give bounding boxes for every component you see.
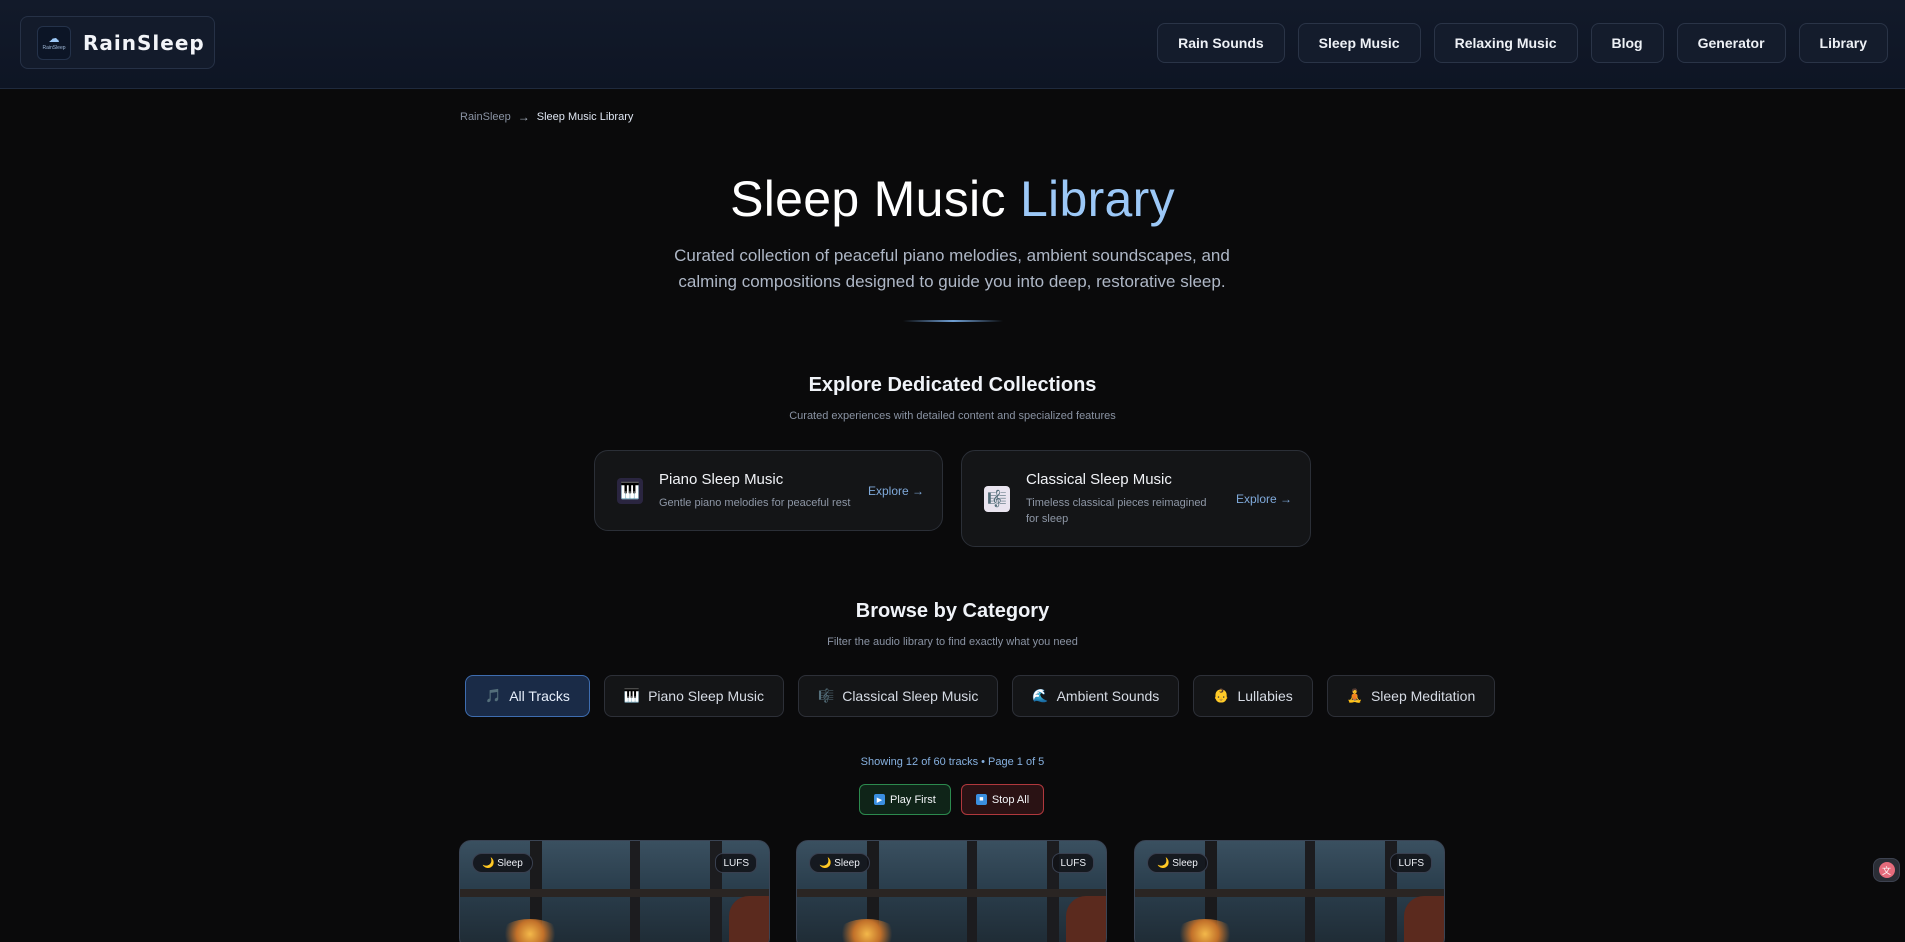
nav-blog[interactable]: Blog xyxy=(1590,23,1664,63)
lufs-badge: LUFS xyxy=(1390,853,1432,873)
brand-name: RainSleep xyxy=(83,30,205,55)
lufs-badge: LUFS xyxy=(1052,853,1094,873)
page-title-accent: Library xyxy=(1019,171,1175,227)
category-heading: Browse by Category xyxy=(855,600,1050,622)
nav-sleep-music[interactable]: Sleep Music xyxy=(1297,23,1421,63)
category-subheading: Filter the audio library to find exactly… xyxy=(827,636,1078,648)
collection-card-desc: Gentle piano melodies for peaceful rest xyxy=(659,496,851,509)
collections-subheading: Curated experiences with detailed conten… xyxy=(789,410,1116,422)
play-first-button[interactable]: ▶ Play First xyxy=(859,784,951,815)
page-title-main: Sleep Music xyxy=(730,171,1020,227)
music-score-icon: 🎼 xyxy=(984,485,1010,512)
lufs-badge: LUFS xyxy=(715,853,757,873)
wave-icon: 🌊 xyxy=(1032,688,1049,703)
breadcrumb-arrow-icon: → xyxy=(517,110,530,124)
filter-sleep-meditation[interactable]: 🧘 Sleep Meditation xyxy=(1326,675,1496,717)
filter-ambient-sounds[interactable]: 🌊 Ambient Sounds xyxy=(1012,675,1180,717)
main-nav: Rain Sounds Sleep Music Relaxing Music B… xyxy=(1157,23,1888,63)
page-title: Sleep Music Library xyxy=(0,170,1905,228)
baby-icon: 👶 xyxy=(1213,688,1230,703)
brand-home-link[interactable]: ☁ RainSleep RainSleep xyxy=(20,16,215,69)
hero-divider xyxy=(903,320,1003,322)
category-filters: 🎵 All Tracks 🎹 Piano Sleep Music 🎼 Classica… xyxy=(465,675,1496,717)
translate-floating-button[interactable]: 文 xyxy=(1873,858,1900,882)
sleep-tag: 🌙 Sleep xyxy=(1147,853,1208,873)
sleep-tag: 🌙 Sleep xyxy=(809,853,870,873)
filter-lullabies[interactable]: 👶 Lullabies xyxy=(1193,675,1313,717)
collection-card-title: Piano Sleep Music xyxy=(659,470,784,488)
collection-card-desc: Timeless classical pieces reimagined for… xyxy=(1026,496,1207,525)
playback-actions: ▶ Play First ■ Stop All xyxy=(859,784,1045,815)
filter-piano-sleep-music[interactable]: 🎹 Piano Sleep Music xyxy=(603,675,785,717)
rain-cloud-logo-icon: ☁ RainSleep xyxy=(37,25,71,60)
explore-link[interactable]: Explore → xyxy=(1236,492,1292,506)
filter-classical-sleep-music[interactable]: 🎼 Classical Sleep Music xyxy=(798,675,999,717)
track-card[interactable]: 🌙 Sleep LUFS xyxy=(796,840,1107,942)
nav-rain-sounds[interactable]: Rain Sounds xyxy=(1157,23,1285,63)
play-icon: ▶ xyxy=(874,794,885,805)
piano-icon: 🎹 xyxy=(623,688,641,703)
nav-library[interactable]: Library xyxy=(1798,23,1888,63)
breadcrumb: RainSleep → Sleep Music Library xyxy=(460,110,633,124)
page-subtitle: Curated collection of peaceful piano mel… xyxy=(674,246,1230,291)
collection-card-title: Classical Sleep Music xyxy=(1026,470,1172,488)
explore-link[interactable]: Explore → xyxy=(868,484,924,498)
meditation-icon: 🧘 xyxy=(1346,688,1363,703)
collection-card-classical[interactable]: 🎼 Classical Sleep Music Timeless classic… xyxy=(961,450,1311,547)
collection-card-piano[interactable]: 🎹 Piano Sleep Music Gentle piano melodie… xyxy=(594,450,943,531)
sleep-tag: 🌙 Sleep xyxy=(472,853,533,873)
music-note-icon: 🎵 xyxy=(485,688,502,703)
track-card[interactable]: 🌙 Sleep LUFS xyxy=(1134,840,1445,942)
music-score-icon: 🎼 xyxy=(818,688,835,703)
results-status: Showing 12 of 60 tracks • Page 1 of 5 xyxy=(860,756,1045,768)
breadcrumb-current: Sleep Music Library xyxy=(536,111,634,123)
filter-all-tracks[interactable]: 🎵 All Tracks xyxy=(465,675,590,717)
collections-heading: Explore Dedicated Collections xyxy=(808,374,1097,396)
track-card[interactable]: 🌙 Sleep LUFS xyxy=(459,840,770,942)
stop-all-button[interactable]: ■ Stop All xyxy=(960,784,1045,815)
top-navbar: ☁ RainSleep RainSleep Rain Sounds Sleep … xyxy=(0,0,1905,89)
piano-icon: 🎹 xyxy=(617,477,643,504)
stop-icon: ■ xyxy=(975,794,987,805)
translate-icon: 文 xyxy=(1878,862,1895,878)
nav-generator[interactable]: Generator xyxy=(1676,23,1786,63)
breadcrumb-home[interactable]: RainSleep xyxy=(460,111,511,123)
nav-relaxing-music[interactable]: Relaxing Music xyxy=(1433,23,1578,63)
